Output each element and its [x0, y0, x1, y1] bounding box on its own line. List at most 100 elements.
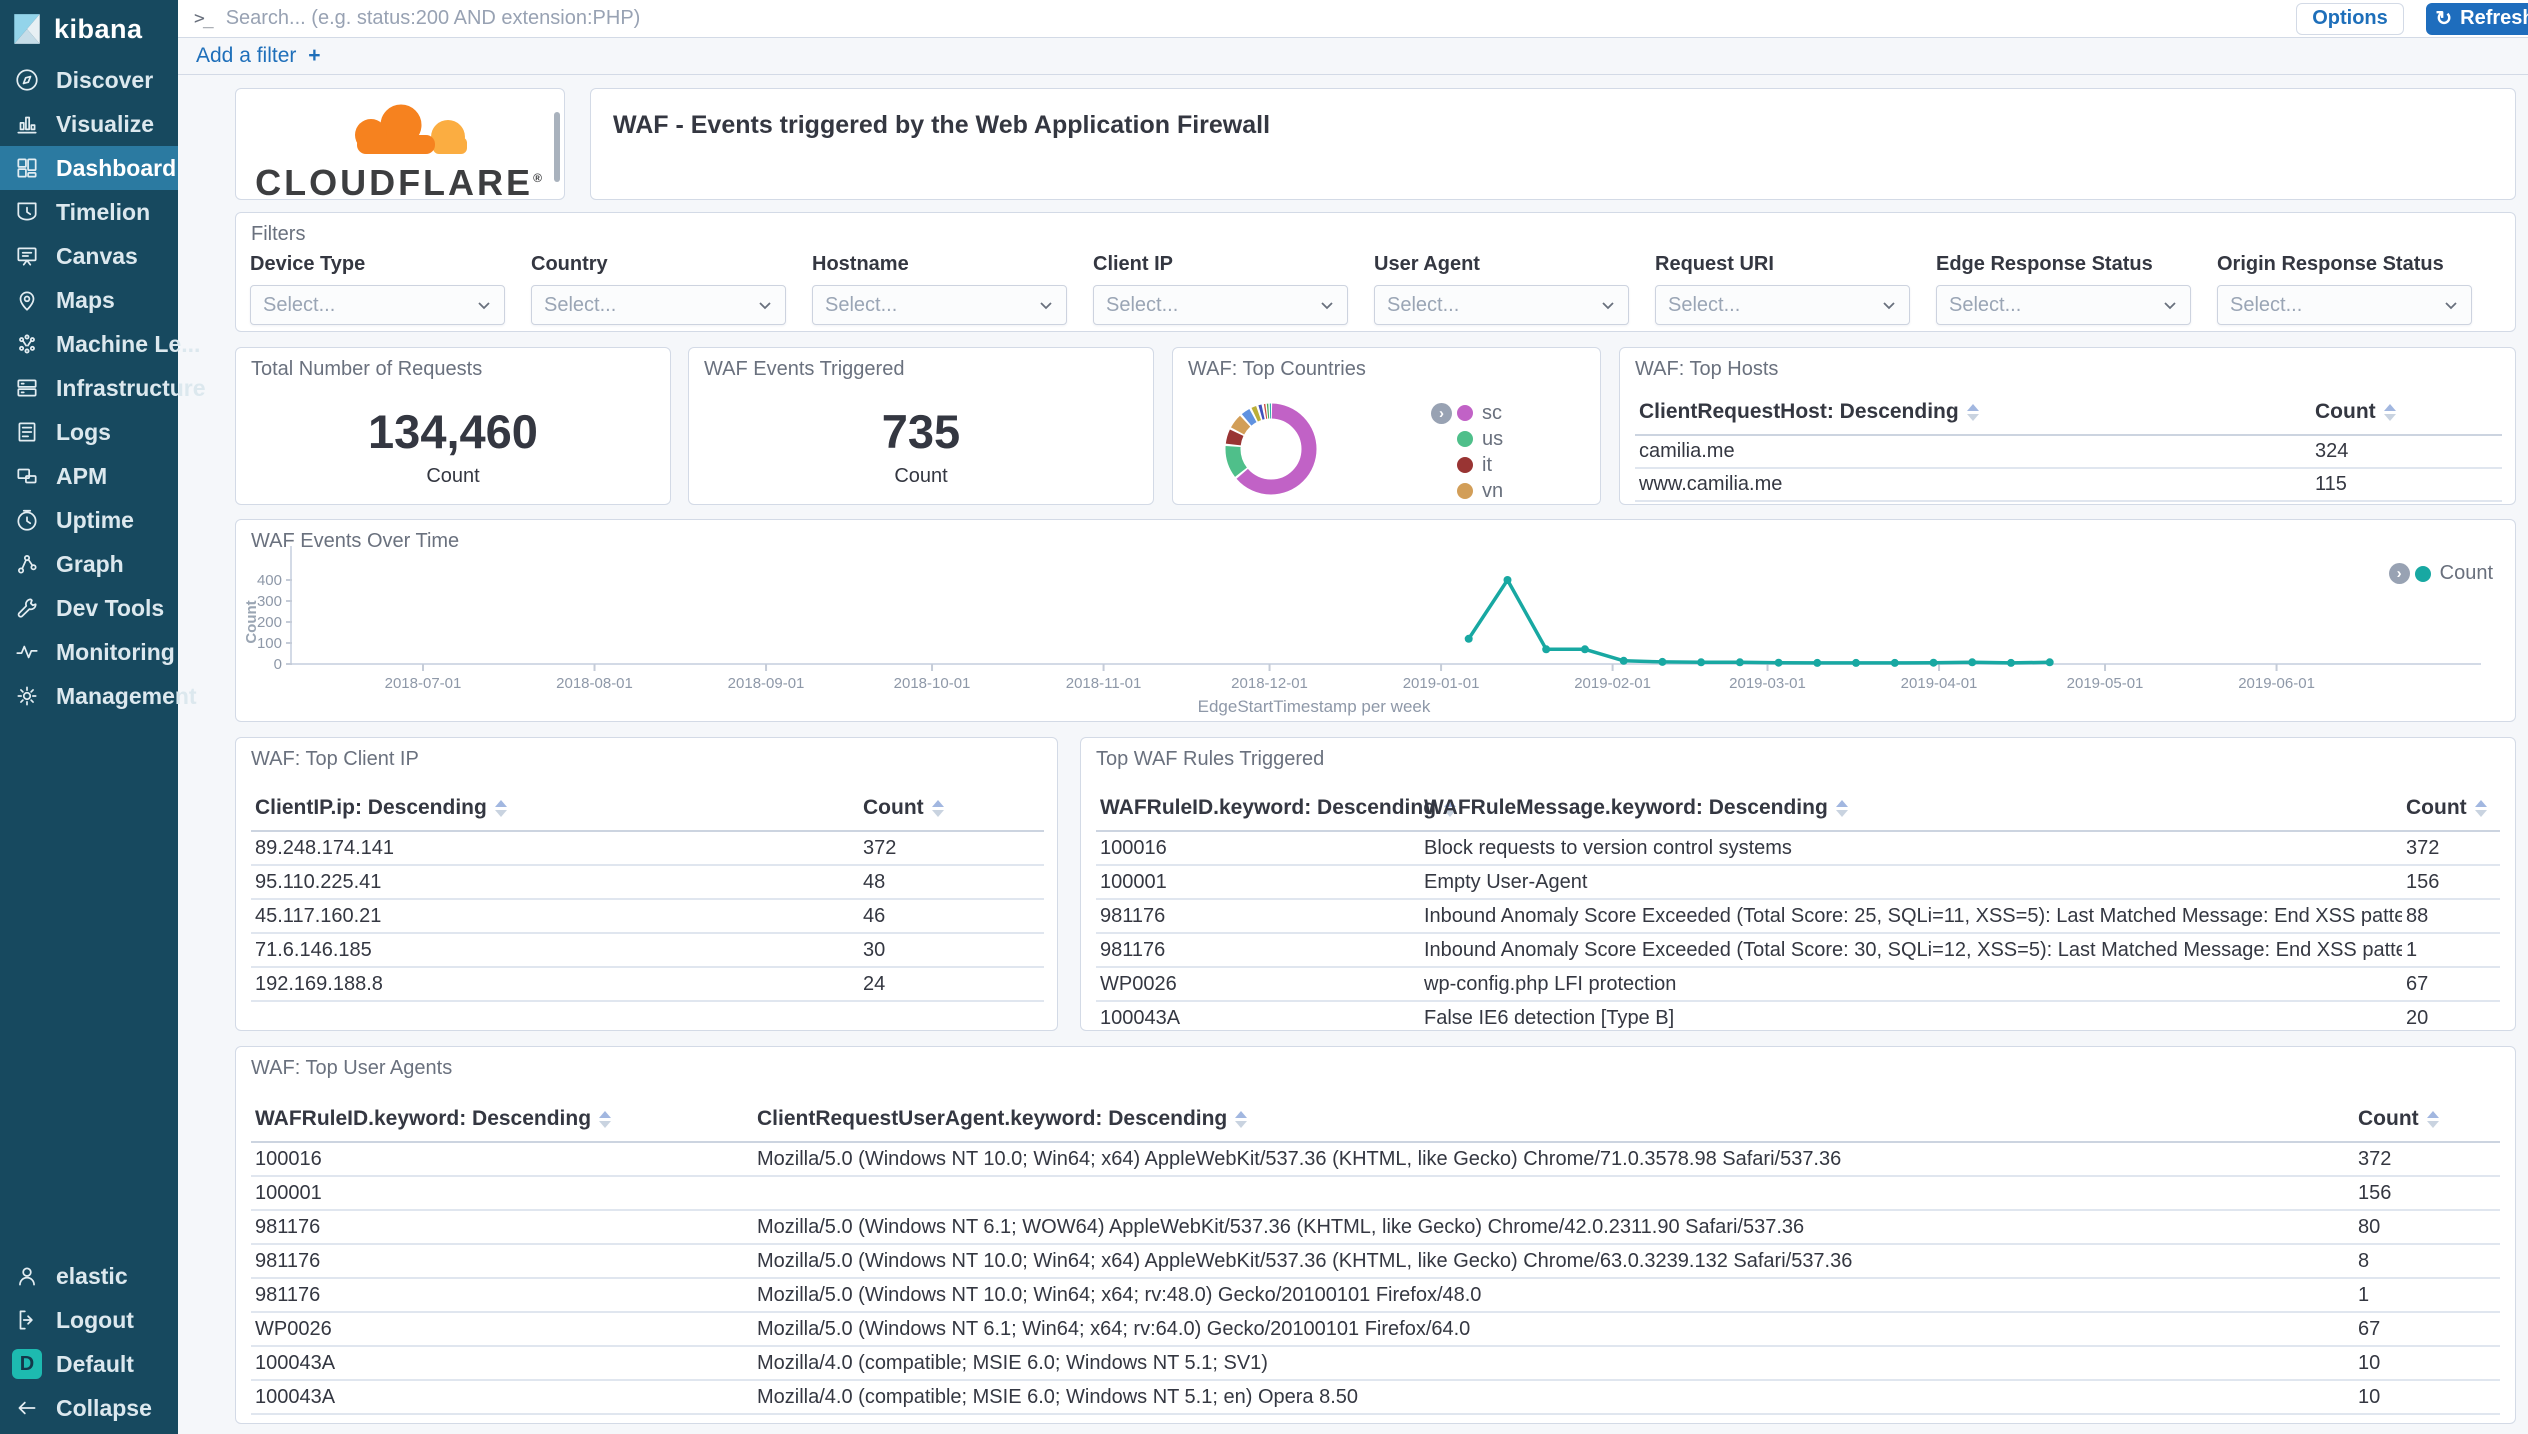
table-row[interactable]: 100016Mozilla/5.0 (Windows NT 10.0; Win6… [251, 1142, 2500, 1176]
data-point[interactable] [1697, 658, 1705, 666]
options-button[interactable]: Options [2296, 3, 2404, 35]
sort-icon[interactable] [1836, 800, 1848, 817]
data-point[interactable] [2007, 659, 2015, 667]
table-row[interactable]: 981176Inbound Anomaly Score Exceeded (To… [1096, 933, 2500, 967]
filter-select[interactable]: Select... [1093, 285, 1348, 325]
legend-item-vn[interactable]: vn [1431, 478, 1503, 504]
table-row[interactable]: 100001Empty User-Agent156 [1096, 865, 2500, 899]
table-row[interactable]: 100043AMozilla/4.0 (compatible; MSIE 6.0… [251, 1380, 2500, 1414]
sort-icon[interactable] [2427, 1111, 2439, 1128]
sidebar-item-maps[interactable]: Maps [0, 278, 178, 322]
legend-item-it[interactable]: it [1431, 452, 1503, 478]
search-input[interactable] [226, 7, 2296, 30]
data-point[interactable] [1620, 657, 1628, 665]
filter-select[interactable]: Select... [1936, 285, 2191, 325]
table-row[interactable]: 100043AMozilla/4.0 (compatible; MSIE 6.0… [251, 1346, 2500, 1380]
table-cell: Mozilla/5.0 (Windows NT 6.1; Win64; x64;… [753, 1312, 2354, 1346]
sidebar-item-infrastructure[interactable]: Infrastructure [0, 366, 178, 410]
legend-item-us[interactable]: us [1431, 426, 1503, 452]
column-header[interactable]: Count [2402, 790, 2500, 831]
sidebar-item-dev-tools[interactable]: Dev Tools [0, 586, 178, 630]
sort-icon[interactable] [2475, 800, 2487, 817]
table-row[interactable]: 981176Mozilla/5.0 (Windows NT 6.1; WOW64… [251, 1210, 2500, 1244]
filter-select[interactable]: Select... [812, 285, 1067, 325]
sidebar-item-space-default[interactable]: DDefault [0, 1342, 178, 1386]
legend-expand-icon[interactable]: › [1431, 403, 1452, 424]
count-series-label[interactable]: Count [2440, 562, 2493, 585]
sort-icon[interactable] [2384, 404, 2396, 421]
sidebar-item-canvas[interactable]: Canvas [0, 234, 178, 278]
data-point[interactable] [1504, 576, 1512, 584]
data-point[interactable] [1930, 659, 1938, 667]
data-point[interactable] [1813, 659, 1821, 667]
sidebar-item-graph[interactable]: Graph [0, 542, 178, 586]
data-point[interactable] [2046, 658, 2054, 666]
sort-icon[interactable] [599, 1111, 611, 1128]
legend-item-sc[interactable]: ›sc [1431, 400, 1503, 426]
filter-field-client-ip: Client IPSelect... [1093, 253, 1348, 325]
sidebar-item-machine-learning[interactable]: Machine Le... [0, 322, 178, 366]
column-header[interactable]: WAFRuleID.keyword: Descending [251, 1101, 753, 1142]
sidebar-item-collapse[interactable]: Collapse [0, 1386, 178, 1430]
table-row[interactable]: WP0026Mozilla/5.0 (Windows NT 6.1; Win64… [251, 1312, 2500, 1346]
sort-icon[interactable] [1235, 1111, 1247, 1128]
sidebar-item-logout[interactable]: Logout [0, 1298, 178, 1342]
filter-field-device-type: Device TypeSelect... [250, 253, 505, 325]
filter-select[interactable]: Select... [1655, 285, 1910, 325]
data-point[interactable] [1775, 659, 1783, 667]
sidebar-item-dashboard[interactable]: Dashboard [0, 146, 178, 190]
data-point[interactable] [1465, 635, 1473, 643]
column-header[interactable]: ClientRequestUserAgent.keyword: Descendi… [753, 1101, 2354, 1142]
table-row[interactable]: camilia.me324 [1635, 435, 2502, 468]
sidebar-item-user[interactable]: elastic [0, 1254, 178, 1298]
filter-select[interactable]: Select... [1374, 285, 1629, 325]
kibana-logo[interactable]: kibana [0, 0, 178, 58]
data-point[interactable] [1542, 645, 1550, 653]
column-header[interactable]: WAFRuleMessage.keyword: Descending [1420, 790, 2402, 831]
data-point[interactable] [1581, 645, 1589, 653]
table-row[interactable]: www.camilia.me115 [1635, 468, 2502, 501]
filter-select[interactable]: Select... [2217, 285, 2472, 325]
sidebar-item-timelion[interactable]: Timelion [0, 190, 178, 234]
table-row[interactable]: 95.110.225.4148 [251, 865, 1044, 899]
panel-scrollbar[interactable] [554, 112, 560, 182]
column-header[interactable]: Count [859, 790, 1044, 831]
sidebar-item-management[interactable]: Management [0, 674, 178, 718]
table-row[interactable]: 45.117.160.2146 [251, 899, 1044, 933]
table-row[interactable]: 71.6.146.18530 [251, 933, 1044, 967]
sidebar-item-apm[interactable]: APM [0, 454, 178, 498]
data-point[interactable] [1736, 658, 1744, 666]
sidebar-item-monitoring[interactable]: Monitoring [0, 630, 178, 674]
filter-select[interactable]: Select... [531, 285, 786, 325]
table-row[interactable]: 89.248.174.141372 [251, 831, 1044, 865]
column-header[interactable]: Count [2354, 1101, 2500, 1142]
filter-select[interactable]: Select... [250, 285, 505, 325]
table-row[interactable]: 981176Inbound Anomaly Score Exceeded (To… [1096, 899, 2500, 933]
table-row[interactable]: 192.169.188.824 [251, 967, 1044, 1001]
table-row[interactable]: WP0026wp-config.php LFI protection67 [1096, 967, 2500, 1001]
table-row[interactable]: 981176Mozilla/5.0 (Windows NT 10.0; Win6… [251, 1278, 2500, 1312]
column-header[interactable]: Count [2311, 394, 2502, 435]
data-point[interactable] [1658, 658, 1666, 666]
sort-icon[interactable] [1967, 404, 1979, 421]
table-row[interactable]: 100043AFalse IE6 detection [Type B]20 [1096, 1001, 2500, 1031]
sidebar-item-logs[interactable]: Logs [0, 410, 178, 454]
column-header[interactable]: WAFRuleID.keyword: Descending [1096, 790, 1420, 831]
sidebar-item-visualize[interactable]: Visualize [0, 102, 178, 146]
refresh-button[interactable]: ↻ Refresh [2426, 3, 2528, 35]
data-point[interactable] [1891, 659, 1899, 667]
data-point[interactable] [1968, 658, 1976, 666]
sort-icon[interactable] [495, 800, 507, 817]
legend-expand-icon[interactable]: › [2389, 563, 2410, 584]
column-header[interactable]: ClientIP.ip: Descending [251, 790, 859, 831]
sort-icon[interactable] [932, 800, 944, 817]
table-row[interactable]: 100001156 [251, 1176, 2500, 1210]
add-filter-link[interactable]: Add a filter + [196, 44, 321, 68]
sidebar-item-uptime[interactable]: Uptime [0, 498, 178, 542]
sidebar-item-discover[interactable]: Discover [0, 58, 178, 102]
table-row[interactable]: 100016Block requests to version control … [1096, 831, 2500, 865]
data-point[interactable] [1852, 659, 1860, 667]
table-row[interactable]: 981176Mozilla/5.0 (Windows NT 10.0; Win6… [251, 1244, 2500, 1278]
column-header[interactable]: ClientRequestHost: Descending [1635, 394, 2311, 435]
events-line-chart[interactable]: 01002003004002018-07-012018-08-012018-09… [236, 520, 2516, 722]
